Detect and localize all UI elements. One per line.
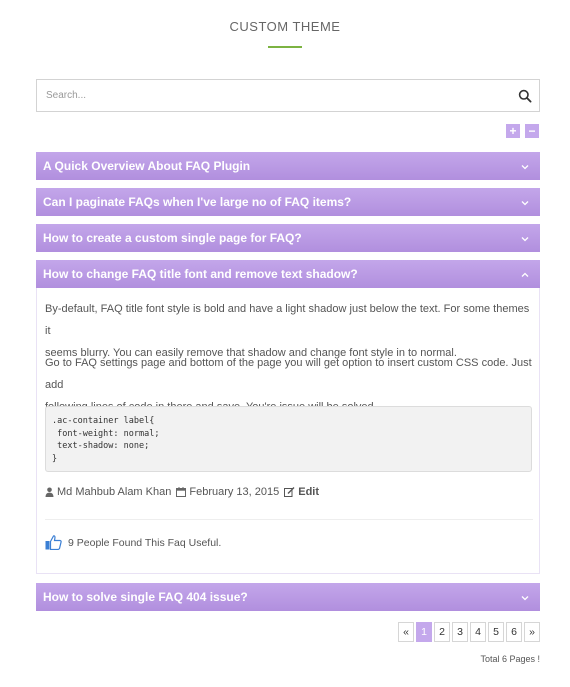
collapse-all-button[interactable]: − [525,124,539,138]
page-button-6[interactable]: 6 [506,622,522,642]
faq-title: How to create a custom single page for F… [43,231,302,245]
faq-item-header[interactable]: A Quick Overview About FAQ Plugin [36,152,540,180]
search-icon[interactable] [518,89,532,103]
useful-count-text: 9 People Found This Faq Useful. [68,536,222,549]
faq-answer-panel: By-default, FAQ title font style is bold… [36,288,540,574]
page-button-5[interactable]: 5 [488,622,504,642]
answer-text-line: Go to FAQ settings page and bottom of th… [45,357,532,391]
faq-meta: Md Mahbub Alam Khan February 13, 2015 Ed… [45,486,319,498]
edit-icon[interactable] [284,487,295,497]
search-input[interactable] [37,80,497,111]
chevron-down-icon [521,596,529,601]
expand-all-button[interactable]: + [506,124,520,138]
thumbs-up-icon[interactable] [45,535,62,550]
page-prev-button[interactable]: « [398,622,414,642]
divider [45,519,533,520]
answer-text-line: By-default, FAQ title font style is bold… [45,303,530,337]
chevron-up-icon [521,272,529,277]
faq-item-header[interactable]: Can I paginate FAQs when I've large no o… [36,188,540,216]
search-box [36,79,540,112]
expand-collapse-controls: + − [506,124,539,138]
page-next-button[interactable]: » [524,622,540,642]
pagination: « 1 2 3 4 5 6 » [398,622,540,642]
code-text: .ac-container label{ font-weight: normal… [52,416,160,464]
code-block: .ac-container label{ font-weight: normal… [45,406,532,472]
page-button-1[interactable]: 1 [416,622,432,642]
calendar-icon [176,487,187,497]
post-date: February 13, 2015 [189,486,280,498]
page-button-2[interactable]: 2 [434,622,450,642]
chevron-down-icon [521,237,529,242]
faq-title: A Quick Overview About FAQ Plugin [43,159,251,173]
faq-item-header[interactable]: How to create a custom single page for F… [36,224,540,252]
edit-link[interactable]: Edit [298,486,319,498]
faq-item-header[interactable]: How to solve single FAQ 404 issue? [36,583,540,611]
faq-item-header-open[interactable]: How to change FAQ title font and remove … [36,260,540,288]
faq-title: How to change FAQ title font and remove … [43,267,358,281]
page-button-4[interactable]: 4 [470,622,486,642]
faq-title: Can I paginate FAQs when I've large no o… [43,195,352,209]
faq-title: How to solve single FAQ 404 issue? [43,590,248,604]
total-pages-text: Total 6 Pages ! [480,654,540,664]
title-underline [268,46,302,48]
user-icon [45,487,54,497]
page-title: CUSTOM THEME [229,19,341,34]
page-button-3[interactable]: 3 [452,622,468,642]
author-name: Md Mahbub Alam Khan [57,486,172,498]
chevron-down-icon [521,165,529,170]
chevron-down-icon [521,201,529,206]
useful-rating: 9 People Found This Faq Useful. [45,535,221,550]
